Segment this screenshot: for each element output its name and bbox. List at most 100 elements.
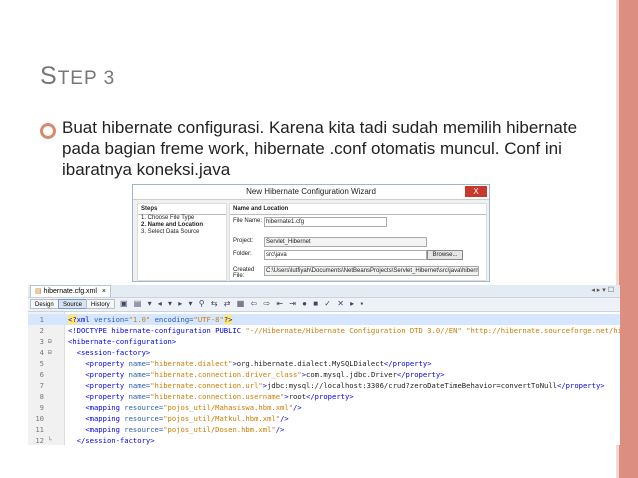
code-token: "pojos_util/Mahasiswa.hbm.xml" — [163, 403, 294, 412]
hibernate-config-wizard: New Hibernate Configuration Wizard X Ste… — [132, 184, 490, 282]
code-token: "UTF-8" — [193, 315, 224, 324]
line-number: 8 — [39, 392, 44, 401]
code-token: "hibernate.connection.url" — [150, 381, 263, 390]
code-token: ?> — [223, 315, 233, 324]
tab-history[interactable]: History — [86, 299, 115, 309]
file-name-input[interactable]: hibernate1.cfg — [264, 217, 387, 227]
code-text: <mapping resource="pojos_util/Matkul.hbm… — [68, 413, 289, 424]
editor-toolbar: Design Source History ▣ ▤ ▾ ◂ ▾ ▸ ▾ ⚲ ⇆ … — [28, 298, 620, 312]
xml-file-icon: ▤ — [35, 288, 42, 295]
folder-label: Folder: — [233, 251, 252, 257]
tab-hibernate-cfg[interactable]: ▤ hibernate.cfg.xml × — [30, 285, 111, 297]
code-token: <!DOCTYPE hibernate-configuration PUBLIC — [68, 326, 246, 335]
code-token: com.mysql.jdbc.Driver — [306, 370, 397, 379]
fold-icon[interactable]: └ — [48, 435, 52, 445]
bullet-circle-icon — [40, 123, 56, 139]
code-token: "hibernate.connection.driver_class" — [150, 370, 302, 379]
wizard-form-panel: Name and Location File Name: hibernate1.… — [229, 203, 487, 281]
code-line[interactable]: 12 └ </session-factory> — [28, 435, 620, 445]
tab-close-icon[interactable]: × — [102, 288, 106, 295]
panel-header: Name and Location — [230, 204, 486, 215]
code-text: <?xml version="1.0" encoding="UTF-8"?> — [68, 314, 233, 325]
browse-button[interactable]: Browse... — [427, 250, 463, 260]
code-text: </session-factory> — [68, 435, 155, 445]
code-token: </property> — [306, 392, 354, 401]
step-item: 3. Select Data Source — [141, 229, 200, 235]
code-token: <hibernate-configuration> — [68, 337, 177, 346]
code-text: <mapping resource="pojos_util/Dosen.hbm.… — [68, 424, 284, 435]
code-token: name= — [128, 359, 151, 368]
line-number: 7 — [39, 381, 44, 390]
code-text: <session-factory> — [68, 347, 151, 358]
code-token: <property — [85, 392, 129, 401]
code-token: <mapping — [85, 414, 125, 423]
bullet-text: Buat hibernate configurasi. Karena kita … — [62, 118, 578, 179]
code-line[interactable]: 4 ⊟ <session-factory> — [28, 347, 620, 358]
fold-icon[interactable]: ⊟ — [48, 347, 52, 358]
code-area[interactable]: 1 <?xml version="1.0" encoding="UTF-8"?> 2… — [28, 312, 620, 445]
code-line[interactable]: 6 <property name="hibernate.connection.d… — [28, 369, 620, 380]
code-token: <mapping — [85, 425, 125, 434]
line-number: 1 — [39, 315, 44, 324]
code-token: root — [288, 392, 307, 401]
code-line[interactable]: 3 ⊟ <hibernate-configuration> — [28, 336, 620, 347]
line-number: 9 — [39, 403, 44, 412]
tab-controls[interactable]: ◂ ▸ ▾ ☐ — [591, 286, 614, 294]
code-token: <? — [68, 315, 77, 324]
code-token: /> — [280, 414, 289, 423]
line-number: 3 — [39, 337, 44, 346]
code-token: <session-factory> — [76, 348, 151, 357]
tab-label: hibernate.cfg.xml — [43, 288, 97, 295]
line-number: 4 — [39, 348, 44, 357]
code-token: </property> — [557, 381, 605, 390]
code-line[interactable]: 10 <mapping resource="pojos_util/Matkul.… — [28, 413, 620, 424]
code-token: "hibernate.dialect" — [150, 359, 233, 368]
code-token: name= — [128, 392, 151, 401]
line-number: 2 — [39, 326, 44, 335]
code-line[interactable]: 7 <property name="hibernate.connection.u… — [28, 380, 620, 391]
code-line[interactable]: 5 <property name="hibernate.dialect">org… — [28, 358, 620, 369]
code-token: jdbc:mysql://localhost:3306/crud?zeroDat… — [267, 381, 558, 390]
code-line[interactable]: 11 <mapping resource="pojos_util/Dosen.h… — [28, 424, 620, 435]
code-token: "hibernate.connection.username" — [150, 392, 285, 401]
step-item: 1. Choose File Type — [141, 215, 195, 221]
folder-input[interactable]: src\java — [264, 250, 427, 260]
code-text: <!DOCTYPE hibernate-configuration PUBLIC… — [68, 325, 620, 336]
tab-design[interactable]: Design — [30, 299, 59, 309]
code-token: version= — [93, 315, 129, 324]
project-label: Project: — [233, 238, 254, 244]
wizard-steps-panel: Steps 1. Choose File Type 2. Name and Lo… — [137, 203, 227, 281]
xml-editor: ▤ hibernate.cfg.xml × ◂ ▸ ▾ ☐ Design Sour… — [28, 285, 620, 445]
line-number: 6 — [39, 370, 44, 379]
tab-source[interactable]: Source — [58, 299, 88, 309]
code-token: resource= — [124, 425, 164, 434]
code-line[interactable]: 2 <!DOCTYPE hibernate-configuration PUBLI… — [28, 325, 620, 336]
code-line[interactable]: 1 <?xml version="1.0" encoding="UTF-8"?> — [28, 314, 620, 325]
fold-icon[interactable]: ⊟ — [48, 336, 52, 347]
code-token: name= — [128, 381, 151, 390]
code-token: resource= — [124, 403, 164, 412]
code-text: <hibernate-configuration> — [68, 336, 176, 347]
code-token: <property — [85, 370, 129, 379]
code-text: <property name="hibernate.connection.dri… — [68, 369, 444, 380]
line-number: 12 — [35, 436, 44, 445]
created-file-field: C:\Users\lutfiyah\Documents\NetBeansProj… — [264, 266, 479, 276]
toolbar-icons[interactable]: ▣ ▤ ▾ ◂ ▾ ▸ ▾ ⚲ ⇆ ⇄ ▦ ⇦ ⇨ ⇤ ⇥ ● ■ ✓ ✕ ▸ … — [120, 299, 365, 309]
code-line[interactable]: 8 <property name="hibernate.connection.u… — [28, 391, 620, 402]
code-text: <mapping resource="pojos_util/Mahasiswa.… — [68, 402, 301, 413]
code-text: <property name="hibernate.dialect">org.h… — [68, 358, 431, 369]
close-icon[interactable]: X — [465, 186, 487, 197]
code-token: "1.0" — [128, 315, 155, 324]
line-number: 11 — [35, 425, 44, 434]
file-name-label: File Name: — [233, 218, 263, 224]
steps-header: Steps — [138, 204, 226, 215]
code-line[interactable]: 9 <mapping resource="pojos_util/Mahasisw… — [28, 402, 620, 413]
code-token: "pojos_util/Matkul.hbm.xml" — [163, 414, 281, 423]
